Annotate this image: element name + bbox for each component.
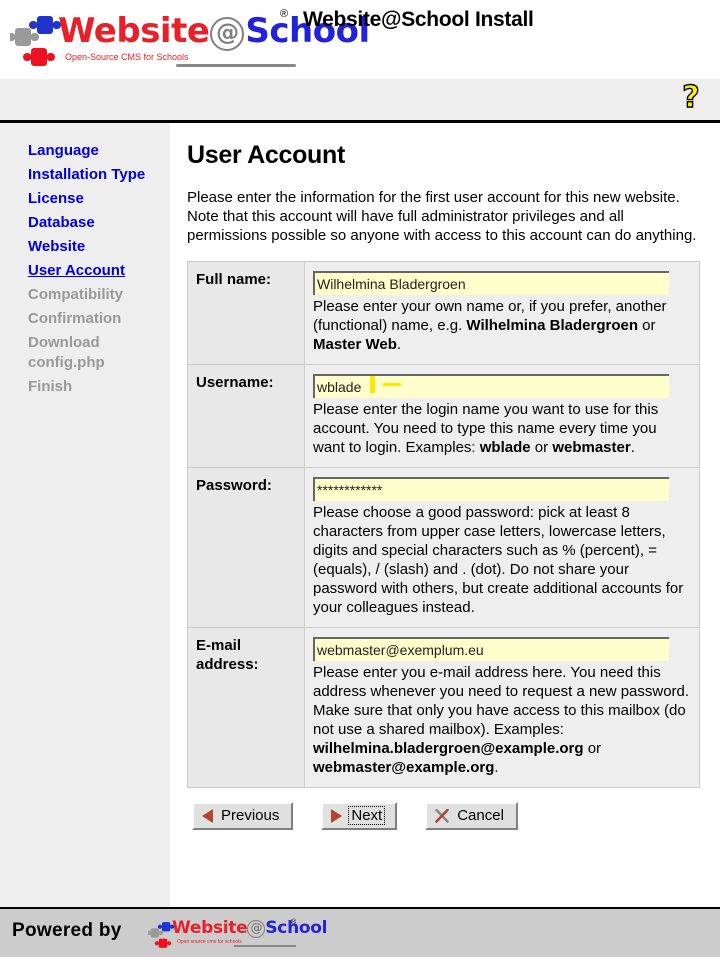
previous-button[interactable]: Previous: [192, 802, 294, 830]
fullname-input[interactable]: [313, 271, 669, 295]
help-email: Please enter you e-mail address here. Yo…: [313, 663, 691, 777]
footer: Powered by Website @ School Open source cm…: [0, 907, 720, 957]
label-email: E-mail address:: [187, 627, 305, 788]
label-fullname: Full name:: [187, 261, 305, 365]
help-fullname-part3: .: [396, 336, 402, 353]
svg-text:?: ?: [682, 82, 699, 115]
page-intro-text: Please enter the information for the fir…: [187, 189, 697, 244]
sidebar-item-language[interactable]: Language: [0, 139, 170, 163]
field-username: Please enter the login name you want to …: [304, 364, 700, 468]
footer-wordmark: Website @ School: [172, 920, 327, 938]
help-email-part3: .: [494, 759, 499, 776]
sidebar-item-download-config: Download config.php: [28, 334, 105, 371]
help-fullname-part2: or: [637, 317, 656, 334]
password-input[interactable]: [313, 477, 669, 501]
help-username-part2: or: [530, 439, 553, 456]
help-fullname: Please enter your own name or, if you pr…: [313, 297, 691, 354]
triangle-left-icon: [202, 808, 213, 823]
user-account-form-table: Full name: Please enter your own name or…: [187, 261, 700, 788]
logo-underline-bar: [176, 64, 296, 67]
field-fullname: Please enter your own name or, if you pr…: [304, 261, 700, 365]
logo-word-website: Website: [58, 11, 210, 51]
next-button-label: Next: [348, 806, 386, 825]
email-input[interactable]: [313, 637, 669, 661]
form-row-username: Username: Please enter the login name yo…: [187, 364, 700, 468]
field-email: Please enter you e-mail address here. Yo…: [304, 627, 700, 788]
page-header-title: Website@School Install: [303, 8, 534, 31]
help-email-part2: or: [583, 740, 602, 757]
sidebar-item-user-account[interactable]: User Account: [0, 259, 170, 283]
footer-logo-tagline: Open source cms for schools: [177, 939, 242, 945]
help-email-bold2: webmaster@example.org: [313, 759, 495, 776]
website-at-school-logo: Website @ School Open-Source CMS for Schoo…: [10, 8, 370, 72]
sidebar-item-confirmation: Confirmation: [28, 310, 122, 327]
sidebar-item-website[interactable]: Website: [0, 235, 170, 259]
x-cross-icon: [435, 808, 450, 823]
logo-tagline: Open-Source CMS for Schools: [65, 52, 189, 62]
footer-logo-at-symbol: @: [247, 920, 266, 938]
previous-button-label: Previous: [221, 807, 280, 824]
form-row-fullname: Full name: Please enter your own name or…: [187, 261, 700, 365]
page-title: User Account: [187, 141, 346, 169]
sidebar-item-database[interactable]: Database: [0, 211, 170, 235]
help-email-part1: Please enter you e-mail address here. Yo…: [313, 664, 690, 738]
help-email-bold1: wilhelmina.bladergroen@example.org: [313, 740, 584, 757]
help-question-mark-icon[interactable]: ?: [674, 82, 708, 116]
cancel-button-label: Cancel: [457, 807, 504, 824]
form-row-password: Password: Please choose a good password:…: [187, 467, 700, 628]
footer-logo-word-school: School: [265, 918, 328, 938]
toolbar: ?: [0, 78, 720, 123]
sidebar-item-license[interactable]: License: [0, 187, 170, 211]
triangle-right-icon: [331, 808, 343, 823]
label-password: Password:: [187, 467, 305, 628]
sidebar-item-compatibility: Compatibility: [28, 286, 124, 303]
wizard-button-bar: Previous Next Cancel: [187, 802, 710, 830]
help-fullname-bold2: Master Web: [313, 336, 397, 353]
registered-trademark-mark: ®: [280, 8, 289, 20]
logo-at-symbol: @: [210, 17, 245, 51]
app-header: Website @ School Open-Source CMS for Schoo…: [0, 0, 720, 78]
field-password: Please choose a good password: pick at l…: [304, 467, 700, 628]
username-input[interactable]: [313, 374, 669, 398]
help-fullname-bold1: Wilhelmina Bladergroen: [466, 317, 638, 334]
help-username: Please enter the login name you want to …: [313, 400, 691, 457]
footer-powered-by-text: Powered by: [12, 920, 122, 941]
cancel-button[interactable]: Cancel: [425, 802, 518, 830]
install-steps-sidebar: Language Installation Type License Datab…: [0, 123, 170, 907]
sidebar-item-finish: Finish: [28, 378, 73, 395]
sidebar-item-installation-type[interactable]: Installation Type: [0, 163, 170, 187]
username-input-wrap: [313, 374, 691, 398]
content-panel: User Account Please enter the informatio…: [170, 123, 720, 907]
label-username: Username:: [187, 364, 305, 468]
footer-logo: Website @ School Open source cms for schoo…: [148, 916, 327, 950]
form-row-email: E-mail address: Please enter you e-mail …: [187, 627, 700, 788]
footer-registered-mark: ®: [291, 919, 297, 926]
help-username-bold1: wblade: [479, 439, 531, 456]
next-button[interactable]: Next: [321, 802, 398, 830]
main-area: Language Installation Type License Datab…: [0, 123, 720, 907]
footer-logo-underline-bar: [234, 945, 296, 947]
help-username-part3: .: [630, 439, 635, 456]
footer-logo-word-website: Website: [172, 918, 248, 938]
help-username-bold2: webmaster: [552, 439, 631, 456]
help-password: Please choose a good password: pick at l…: [313, 504, 684, 616]
